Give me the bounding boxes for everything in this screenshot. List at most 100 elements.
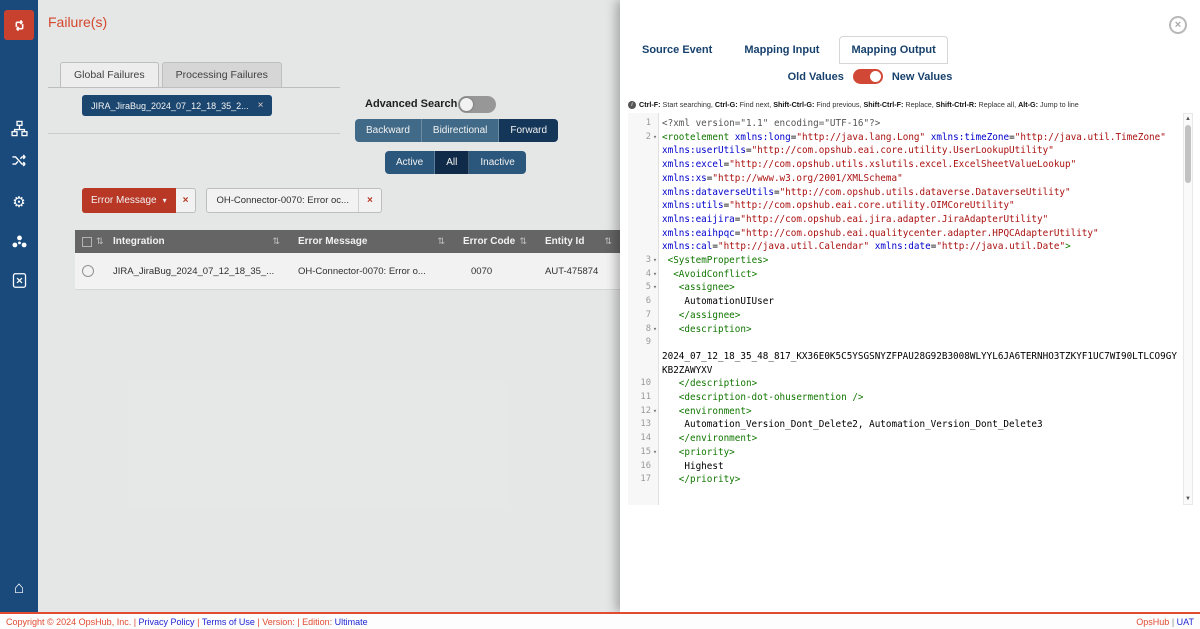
- filter-field-remove-icon[interactable]: ×: [176, 188, 197, 213]
- brand-text: OpsHub: [1136, 617, 1169, 627]
- fold-arrow-icon[interactable]: ▾: [651, 405, 659, 419]
- sync-icon[interactable]: [4, 10, 34, 40]
- code-line: 17 </priority>: [628, 473, 1181, 487]
- column-header-entity-id[interactable]: Entity Id ⇅: [537, 230, 622, 253]
- xml-code-editor[interactable]: 1<?xml version="1.1" encoding="UTF-16"?>…: [628, 113, 1181, 505]
- code-line: 8▾ <description>: [628, 323, 1181, 337]
- advanced-search-toggle[interactable]: [458, 96, 496, 113]
- excel-export-icon[interactable]: [5, 266, 33, 294]
- tabs-underline: [48, 87, 340, 88]
- tab-global-failures[interactable]: Global Failures: [60, 62, 159, 87]
- column-label: Entity Id: [545, 236, 584, 247]
- code-text: <?xml version="1.1" encoding="UTF-16"?>: [659, 117, 1181, 131]
- drawer-tab-bar: Source Event Mapping Input Mapping Output: [630, 36, 948, 64]
- all-button[interactable]: All: [435, 151, 469, 174]
- toggle-knob: [460, 98, 473, 111]
- shuffle-icon[interactable]: [5, 146, 33, 174]
- integration-chip-label: JIRA_JiraBug_2024_07_12_18_35_2...: [91, 101, 249, 111]
- column-label: Error Code: [463, 236, 515, 247]
- copyright-text: Copyright © 2024 OpsHub, Inc.: [6, 617, 131, 627]
- inactive-button[interactable]: Inactive: [469, 151, 525, 174]
- version-label: Version:: [262, 617, 295, 627]
- close-icon[interactable]: ×: [1169, 16, 1187, 34]
- column-header-error-message[interactable]: Error Message⇅: [290, 230, 455, 253]
- editor-scrollbar[interactable]: ▲ ▼: [1183, 113, 1193, 505]
- fold-arrow-icon[interactable]: ▾: [651, 131, 659, 145]
- row-radio[interactable]: [82, 265, 94, 277]
- fold-arrow-icon[interactable]: ▾: [651, 268, 659, 282]
- bidirectional-button[interactable]: Bidirectional: [422, 119, 499, 142]
- fold-arrow-icon[interactable]: ▾: [651, 323, 659, 337]
- sort-icon[interactable]: ⇅: [604, 236, 612, 247]
- line-number: 16: [628, 460, 659, 474]
- gears-icon[interactable]: ⚙: [5, 188, 33, 216]
- sort-icon[interactable]: ⇅: [437, 236, 445, 247]
- tab-mapping-input[interactable]: Mapping Input: [732, 36, 831, 64]
- line-number: 12▾: [628, 405, 659, 419]
- code-line: 1<?xml version="1.1" encoding="UTF-16"?>: [628, 117, 1181, 131]
- line-number: 13: [628, 418, 659, 432]
- fold-arrow-icon[interactable]: ▾: [651, 254, 659, 268]
- fold-arrow-icon[interactable]: ▾: [651, 281, 659, 295]
- tab-source-event[interactable]: Source Event: [630, 36, 724, 64]
- line-number: 5▾: [628, 281, 659, 295]
- editor-shortcuts-hint: iCtrl-F: Start searching, Ctrl-G: Find n…: [628, 100, 1079, 109]
- code-text: AutomationUIUser: [659, 295, 1181, 309]
- tab-mapping-output[interactable]: Mapping Output: [839, 36, 947, 64]
- table-cell: AUT-475874: [537, 266, 622, 277]
- privacy-policy-link[interactable]: Privacy Policy: [139, 617, 195, 627]
- advanced-search-label: Advanced Search: [365, 98, 457, 110]
- page-title: Failure(s): [48, 14, 107, 30]
- table-cell: 0070: [455, 266, 537, 277]
- line-number: 2▾: [628, 131, 659, 254]
- forward-button[interactable]: Forward: [499, 119, 558, 142]
- new-values-label[interactable]: New Values: [892, 71, 953, 83]
- cluster-icon[interactable]: [5, 228, 33, 256]
- old-values-label[interactable]: Old Values: [788, 71, 844, 83]
- values-toggle-switch[interactable]: [853, 69, 883, 84]
- filter-value-remove-icon[interactable]: ×: [358, 189, 381, 212]
- info-icon: i: [628, 101, 636, 109]
- code-line: 11 <description-dot-ohusermention />: [628, 391, 1181, 405]
- sort-icon[interactable]: ⇅: [519, 236, 527, 247]
- scrollbar-thumb[interactable]: [1185, 125, 1191, 183]
- sort-icon[interactable]: ⇅: [272, 236, 280, 247]
- filter-value-text: OH-Connector-0070: Error oc...: [207, 189, 358, 212]
- filter-row: Error Message ▾ × OH-Connector-0070: Err…: [82, 188, 382, 213]
- code-text: <assignee>: [659, 281, 1181, 295]
- filter-field-dropdown[interactable]: Error Message ▾: [82, 188, 176, 213]
- code-text: <description>: [659, 323, 1181, 337]
- home-icon[interactable]: ⌂: [5, 574, 33, 602]
- code-text: <environment>: [659, 405, 1181, 419]
- tab-processing-failures[interactable]: Processing Failures: [162, 62, 282, 87]
- edition-label: Edition:: [302, 617, 335, 627]
- code-text: Highest: [659, 460, 1181, 474]
- scroll-down-icon[interactable]: ▼: [1184, 494, 1192, 504]
- code-text: 2024_07_12_18_35_48_817_KX36E0K5C5YSGSNY…: [659, 336, 1181, 377]
- terms-of-use-link[interactable]: Terms of Use: [202, 617, 255, 627]
- column-header-integration[interactable]: Integration⇅: [105, 230, 290, 253]
- code-text: <rootelement xmlns:long="http://java.lan…: [659, 131, 1181, 254]
- column-header-error-code[interactable]: Error Code ⇅: [455, 230, 537, 253]
- code-line: 9 2024_07_12_18_35_48_817_KX36E0K5C5YSGS…: [628, 336, 1181, 377]
- code-line: 5▾ <assignee>: [628, 281, 1181, 295]
- select-all-checkbox[interactable]: [82, 237, 92, 247]
- chip-close-icon[interactable]: ×: [258, 100, 264, 111]
- integration-filter-chip[interactable]: JIRA_JiraBug_2024_07_12_18_35_2... ×: [82, 95, 272, 116]
- code-text: <priority>: [659, 446, 1181, 460]
- line-number: 8▾: [628, 323, 659, 337]
- footer-left: Copyright © 2024 OpsHub, Inc. | Privacy …: [6, 617, 368, 627]
- code-line: 12▾ <environment>: [628, 405, 1181, 419]
- sitemap-icon[interactable]: [5, 114, 33, 142]
- filter-field-label: Error Message: [91, 195, 157, 206]
- backward-button[interactable]: Backward: [355, 119, 422, 142]
- column-header-select[interactable]: ⇅: [75, 230, 105, 253]
- line-number: 17: [628, 473, 659, 487]
- fold-arrow-icon[interactable]: ▾: [651, 446, 659, 460]
- footer-right: OpsHub | UAT: [1136, 617, 1194, 627]
- sort-icon[interactable]: ⇅: [96, 236, 104, 247]
- line-number: 9: [628, 336, 659, 377]
- code-text: </assignee>: [659, 309, 1181, 323]
- scroll-up-icon[interactable]: ▲: [1184, 114, 1192, 124]
- active-button[interactable]: Active: [385, 151, 435, 174]
